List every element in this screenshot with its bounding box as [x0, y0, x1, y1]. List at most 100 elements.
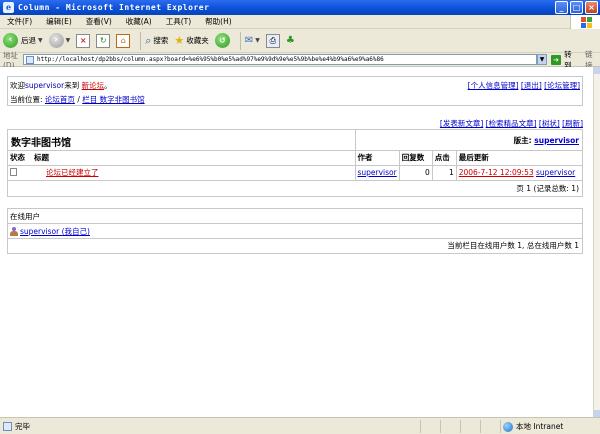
- topic-title-link[interactable]: 论坛已经建立了: [46, 168, 99, 177]
- welcome-suffix: 。: [104, 81, 112, 90]
- user-icon: [10, 226, 18, 236]
- ie-icon: e: [3, 2, 14, 13]
- welcome-panel: 欢迎supervisor来到 新论坛。 当前位置: 论坛首页 / 栏目 数字非图…: [7, 76, 583, 106]
- col-last-updated: 最后更新: [455, 151, 582, 166]
- back-label: 后退: [21, 36, 36, 45]
- last-updater-link[interactable]: supervisor: [536, 168, 575, 177]
- clicks-cell: 1: [431, 165, 457, 181]
- logout-link[interactable]: [退出]: [521, 81, 542, 90]
- menu-tools[interactable]: 工具(T): [159, 16, 198, 27]
- status-cell: [8, 165, 32, 181]
- page-content: 欢迎supervisor来到 新论坛。 当前位置: 论坛首页 / 栏目 数字非图…: [0, 67, 593, 417]
- refresh-link[interactable]: [刷新]: [562, 119, 583, 128]
- mail-button[interactable]: ✉ ▼: [245, 35, 260, 46]
- username: supervisor: [25, 81, 65, 90]
- minimize-button[interactable]: _: [555, 1, 568, 14]
- forum-link[interactable]: 新论坛: [82, 81, 105, 90]
- moderator-link[interactable]: supervisor: [534, 136, 579, 145]
- scroll-down-icon[interactable]: [594, 410, 600, 417]
- menu-edit[interactable]: 编辑(E): [39, 16, 79, 27]
- pager-info: 页 1 (记录总数: 1): [516, 183, 579, 193]
- go-arrow-icon: ➔: [551, 54, 562, 65]
- chevron-down-icon[interactable]: ▼: [66, 37, 71, 44]
- toolbar: ‹ 后退 ▼ › ▼ × ↻ ⌂ ⌕ 搜索 ★ 收藏夹 ↺ ✉ ▼ ⎙ ♣: [0, 29, 600, 53]
- forward-button[interactable]: › ▼: [48, 33, 71, 48]
- windows-logo-icon: [570, 15, 600, 29]
- replies-cell: 0: [398, 165, 433, 181]
- admin-link[interactable]: [论坛管理]: [544, 81, 580, 90]
- breadcrumb-separator: /: [77, 95, 80, 104]
- window-title: Column - Microsoft Internet Explorer: [18, 3, 210, 12]
- menu-favorites[interactable]: 收藏(A): [119, 16, 159, 27]
- breadcrumb-home[interactable]: 论坛首页: [45, 95, 75, 104]
- close-button[interactable]: ×: [585, 1, 598, 14]
- status-text: 完毕: [15, 421, 30, 431]
- board-actions: [发表新文章] [检索精品文章] [树状] [刷新]: [440, 118, 583, 129]
- search-icon: ⌕: [145, 33, 152, 47]
- board-title: 数字非图书馆: [11, 138, 71, 149]
- stop-button[interactable]: ×: [76, 33, 91, 48]
- print-button[interactable]: ⎙: [265, 33, 280, 48]
- last-updated-cell: 2006-7-12 12:09:53 supervisor: [455, 165, 582, 181]
- menu-help[interactable]: 帮助(H): [198, 16, 239, 27]
- messenger-button[interactable]: ♣: [286, 35, 295, 46]
- menu-view[interactable]: 查看(V): [79, 16, 119, 27]
- status-divider: [500, 420, 501, 433]
- col-replies: 回复数: [398, 151, 433, 166]
- zone-label: 本地 Intranet: [516, 422, 564, 431]
- search-featured-link[interactable]: [检索精品文章]: [486, 119, 537, 128]
- print-icon: ⎙: [265, 33, 280, 48]
- star-icon: ★: [174, 34, 185, 47]
- title-cell: 论坛已经建立了: [32, 165, 355, 181]
- status-divider: [440, 420, 441, 433]
- toolbar-separator: [239, 31, 241, 50]
- table-row: 论坛已经建立了 supervisor 0 1 2006-7-12 12:09:5…: [8, 165, 582, 181]
- page-done-icon: [3, 421, 12, 431]
- chevron-down-icon[interactable]: ▼: [255, 37, 260, 44]
- status-divider: [420, 420, 421, 433]
- vertical-scrollbar[interactable]: [593, 67, 600, 417]
- back-button[interactable]: ‹ 后退 ▼: [3, 33, 43, 48]
- status-divider: [480, 420, 481, 433]
- address-dropdown-icon[interactable]: ▼: [537, 54, 548, 65]
- address-bar: 地址(D) http://localhost/dp2bbs/column.asp…: [0, 50, 600, 70]
- profile-link[interactable]: [个人信息管理]: [468, 81, 519, 90]
- last-updated-link[interactable]: 2006-7-12 12:09:53: [459, 168, 534, 177]
- title-bar: e Column - Microsoft Internet Explorer _…: [0, 0, 600, 15]
- header-divider: [355, 130, 356, 151]
- welcome-mid: 来到: [64, 81, 80, 90]
- home-button[interactable]: ⌂: [116, 33, 131, 48]
- refresh-button[interactable]: ↻: [96, 33, 111, 48]
- chevron-down-icon[interactable]: ▼: [38, 37, 43, 44]
- welcome-line: 欢迎supervisor来到 新论坛。: [10, 80, 112, 91]
- toolbar-separator: [140, 31, 142, 50]
- search-button[interactable]: ⌕ 搜索: [145, 34, 168, 48]
- board-panel: 数字非图书馆 版主: supervisor 状态 标题 作者 回复数 点击 最后…: [7, 129, 583, 197]
- welcome-prefix: 欢迎: [10, 81, 25, 90]
- security-zone: 本地 Intranet: [503, 421, 563, 432]
- status-divider: [460, 420, 461, 433]
- address-input[interactable]: http://localhost/dp2bbs/column.aspx?boar…: [22, 54, 538, 65]
- tree-view-link[interactable]: [树状]: [539, 119, 560, 128]
- author-link[interactable]: supervisor: [358, 168, 397, 177]
- history-button[interactable]: ↺: [214, 33, 230, 48]
- online-user-link[interactable]: supervisor (我自己): [20, 224, 90, 239]
- location-label: 当前位置:: [10, 95, 43, 104]
- moderator-label: 版主:: [513, 136, 532, 145]
- online-users-header: 在线用户: [8, 209, 582, 224]
- breadcrumb-board[interactable]: 栏目 数字非图书馆: [82, 95, 144, 104]
- favorites-label: 收藏夹: [186, 36, 209, 45]
- menu-file[interactable]: 文件(F): [0, 16, 39, 27]
- new-post-link[interactable]: [发表新文章]: [440, 119, 483, 128]
- scroll-up-icon[interactable]: [594, 67, 600, 74]
- board-header: 数字非图书馆 版主: supervisor: [8, 130, 582, 151]
- home-icon: ⌂: [116, 33, 131, 48]
- maximize-button[interactable]: □: [570, 1, 583, 14]
- online-users-panel: 在线用户 supervisor (我自己) 当前栏目在线用户数 1, 总在线用户…: [7, 208, 583, 254]
- back-arrow-icon: ‹: [3, 33, 18, 48]
- stop-icon: ×: [76, 33, 91, 48]
- history-icon: ↺: [214, 33, 230, 48]
- favorites-button[interactable]: ★ 收藏夹: [174, 34, 208, 47]
- col-author: 作者: [354, 151, 400, 166]
- menu-bar: 文件(F) 编辑(E) 查看(V) 收藏(A) 工具(T) 帮助(H): [0, 15, 600, 29]
